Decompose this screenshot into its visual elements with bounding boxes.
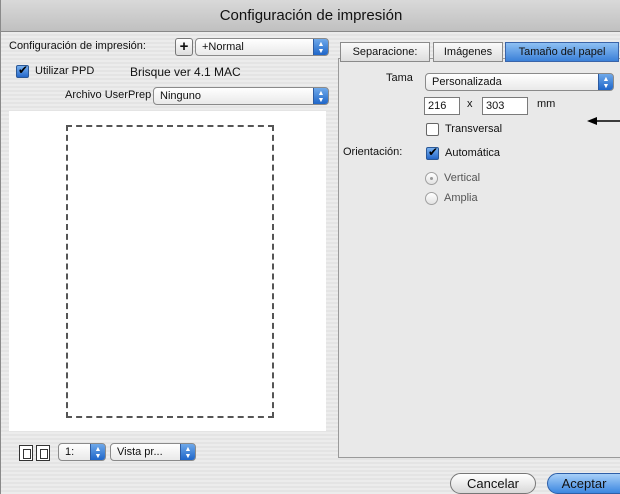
paper-height-field[interactable]: 303 (482, 97, 528, 115)
view-popup-value: Vista pr... (117, 446, 163, 458)
prev-page-icon[interactable] (19, 445, 33, 461)
config-popup-value: +Normal (202, 41, 244, 53)
automatic-checkbox[interactable] (426, 145, 439, 160)
page-outline (66, 125, 274, 418)
transverse-label: Transversal (445, 123, 503, 135)
times-sign: x (467, 98, 473, 110)
config-popup[interactable]: +Normal ▲ ▼ (195, 38, 329, 56)
orientation-label: Orientación: (343, 146, 403, 158)
userprep-label: Archivo UserPrep (65, 89, 152, 101)
paper-size-popup-value: Personalizada (432, 76, 502, 88)
updown-arrows-icon: ▲ ▼ (598, 74, 613, 90)
updown-arrows-icon: ▲ ▼ (180, 444, 195, 460)
print-setup-dialog: Configuración de impresión Configuración… (0, 0, 620, 494)
wide-label: Amplia (444, 192, 478, 204)
tab-paper-size[interactable]: Tamaño del papel (505, 42, 619, 62)
next-page-icon[interactable] (36, 445, 50, 461)
page-popup-value: 1: (65, 446, 75, 458)
cancel-button[interactable]: Cancelar (450, 473, 536, 494)
paper-size-popup[interactable]: Personalizada ▲ ▼ (425, 73, 614, 91)
userprep-popup-value: Ninguno (160, 90, 201, 102)
updown-arrows-icon: ▲ ▼ (90, 444, 105, 460)
use-ppd-label: Utilizar PPD (35, 65, 95, 77)
userprep-popup[interactable]: Ninguno ▲ ▼ (153, 87, 329, 105)
plus-icon: + (179, 38, 189, 55)
callout-arrow-icon (587, 117, 620, 125)
paper-size-label: Tama (386, 72, 413, 84)
paper-width-field[interactable]: 216 (424, 97, 460, 115)
automatic-label: Automática (445, 147, 501, 159)
add-config-button[interactable]: + (175, 38, 193, 56)
vertical-label: Vertical (444, 172, 481, 184)
updown-arrows-icon: ▲ ▼ (313, 88, 328, 104)
accept-button[interactable]: Aceptar (547, 473, 620, 494)
transverse-checkbox[interactable] (426, 123, 439, 136)
dialog-title: Configuración de impresión (1, 0, 620, 32)
page-popup[interactable]: 1: ▲ ▼ (58, 443, 106, 461)
use-ppd-checkbox[interactable] (16, 63, 29, 78)
tab-imagenes[interactable]: Imágenes (433, 42, 503, 62)
tab-panel (338, 58, 620, 458)
tab-separaciones[interactable]: Separacione: (340, 42, 430, 62)
updown-arrows-icon: ▲ ▼ (313, 39, 328, 55)
wide-radio[interactable] (425, 192, 438, 205)
unit-label: mm (537, 98, 556, 110)
view-popup[interactable]: Vista pr... ▲ ▼ (110, 443, 196, 461)
vertical-radio[interactable] (425, 172, 438, 185)
ppd-name: Brisque ver 4.1 MAC (130, 65, 241, 79)
config-label: Configuración de impresión: (9, 40, 146, 52)
